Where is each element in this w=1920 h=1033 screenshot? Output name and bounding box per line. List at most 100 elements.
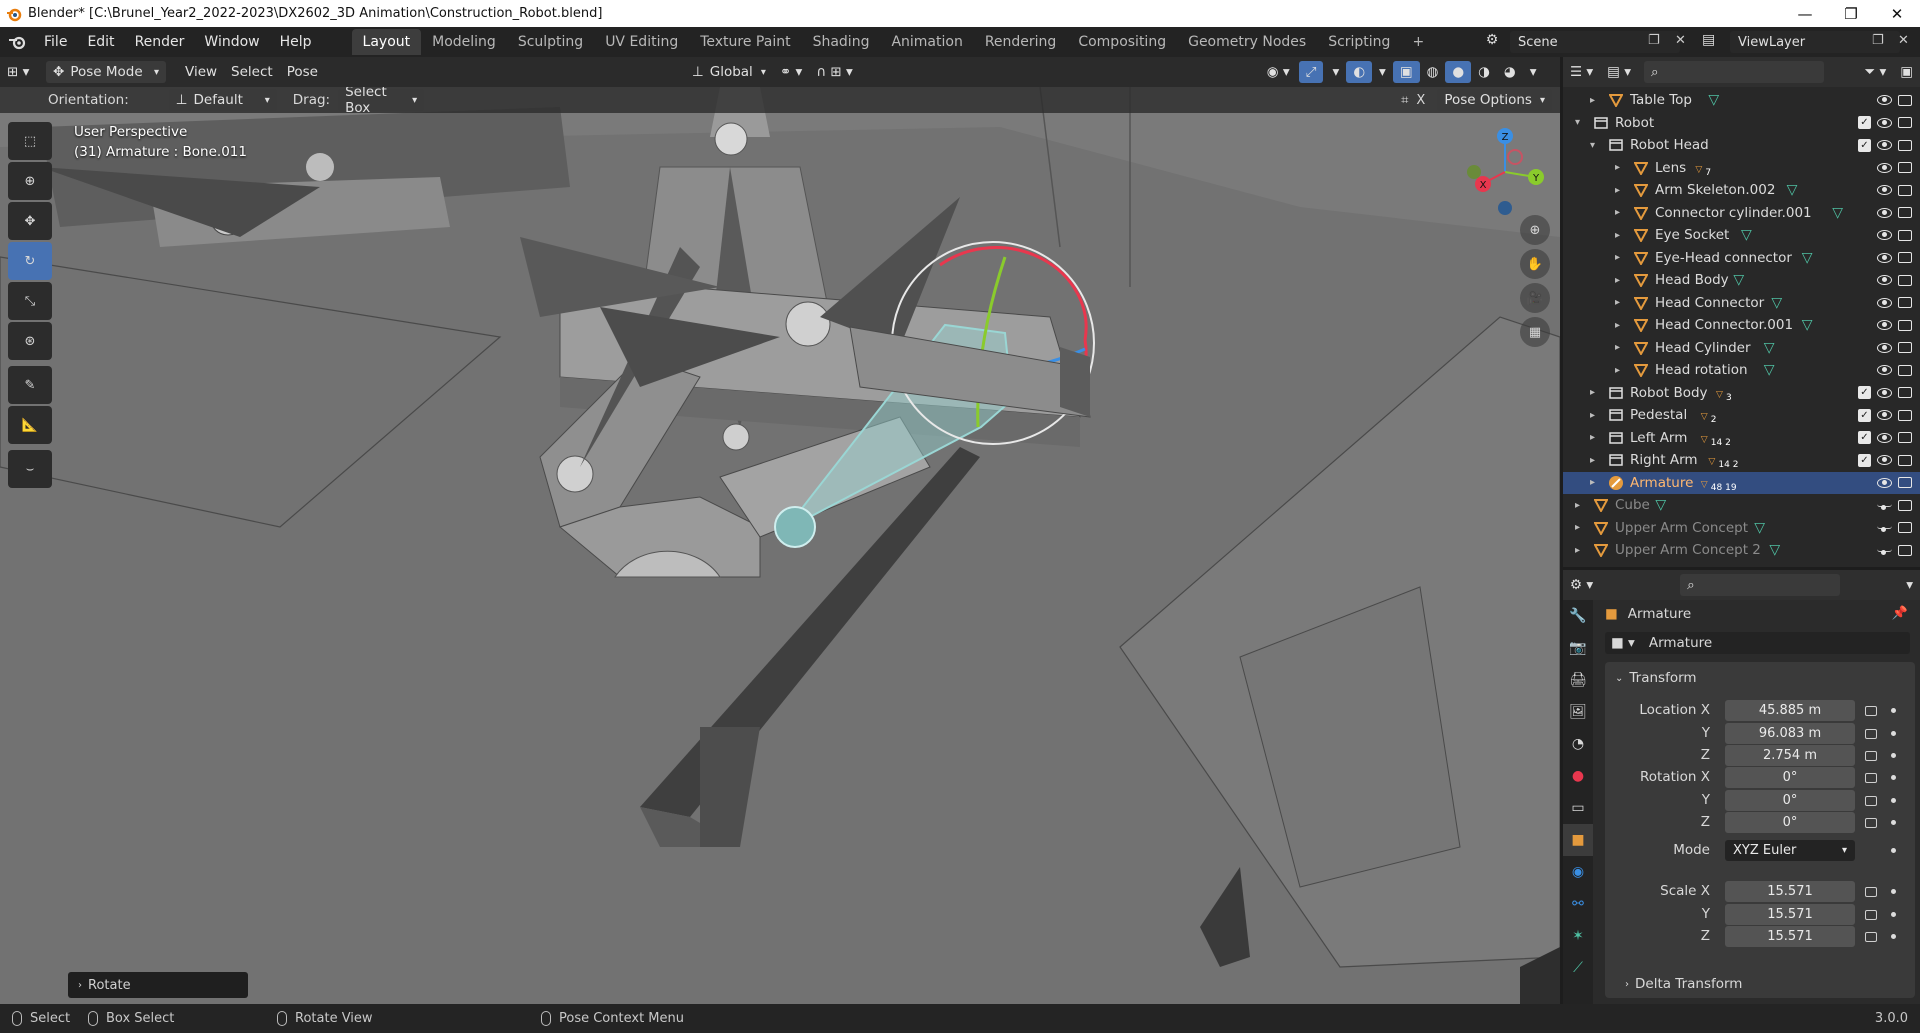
close-tool-header[interactable]: X bbox=[1416, 93, 1425, 108]
render-camera-icon[interactable] bbox=[1898, 319, 1912, 331]
outliner-row[interactable]: ▸ Lens ▽ 7 bbox=[1563, 157, 1920, 179]
outliner-row[interactable]: ▸ Robot Body ▽ 3 ✓ bbox=[1563, 382, 1920, 404]
navigation-gizmo[interactable]: Z Y X bbox=[1460, 127, 1550, 217]
eye-icon[interactable] bbox=[1877, 320, 1892, 330]
editor-type-icon[interactable]: ⊞ ▾ bbox=[0, 61, 44, 83]
expand-arrow-icon[interactable]: ▸ bbox=[1615, 252, 1620, 263]
outliner-row[interactable]: ▸ Table Top ▽ bbox=[1563, 89, 1920, 111]
shading-rendered-icon[interactable]: ◕ bbox=[1497, 61, 1523, 83]
render-camera-icon[interactable] bbox=[1898, 207, 1912, 218]
expand-arrow-icon[interactable]: ▸ bbox=[1615, 342, 1620, 353]
tab-geometry-nodes[interactable]: Geometry Nodes bbox=[1177, 29, 1317, 55]
tab-sculpting[interactable]: Sculpting bbox=[507, 29, 594, 55]
render-camera-icon[interactable] bbox=[1898, 342, 1912, 353]
lock-icon[interactable] bbox=[1865, 773, 1877, 783]
menu-pose[interactable]: Pose bbox=[280, 61, 325, 83]
expand-arrow-icon[interactable]: ▸ bbox=[1590, 432, 1595, 443]
blender-menu-icon[interactable] bbox=[0, 34, 34, 50]
camera-view-icon[interactable]: 🎥 bbox=[1520, 283, 1550, 313]
lock-icon[interactable] bbox=[1865, 706, 1877, 716]
scene-close-icon[interactable]: ✕ bbox=[1675, 33, 1686, 48]
eye-icon[interactable] bbox=[1877, 387, 1892, 398]
rotation-z-field[interactable]: 0° bbox=[1725, 812, 1855, 833]
last-operator-panel[interactable]: › Rotate bbox=[68, 972, 248, 998]
scene-new-icon[interactable]: ❐ bbox=[1648, 33, 1660, 48]
keyframe-dot-icon[interactable] bbox=[1891, 775, 1896, 780]
outliner-row[interactable]: ▸ Pedestal ▽ 2 ✓ bbox=[1563, 404, 1920, 426]
xray-toggle-icon[interactable]: ▣ bbox=[1392, 61, 1420, 83]
expand-arrow-icon[interactable]: ▸ bbox=[1575, 545, 1580, 556]
render-camera-icon[interactable] bbox=[1898, 387, 1912, 398]
render-camera-icon[interactable] bbox=[1898, 252, 1912, 263]
properties-options-icon[interactable]: ▾ bbox=[1899, 574, 1920, 596]
scale-y-field[interactable]: 15.571 bbox=[1725, 903, 1855, 925]
exclude-checkbox[interactable]: ✓ bbox=[1858, 116, 1871, 129]
outliner-row[interactable]: ▸ Head rotation ▽ bbox=[1563, 359, 1920, 381]
properties-search-input[interactable]: ⌕ bbox=[1680, 574, 1841, 596]
keyframe-dot-icon[interactable] bbox=[1891, 797, 1896, 803]
eye-icon[interactable] bbox=[1877, 252, 1892, 263]
shading-solid-icon[interactable]: ● bbox=[1445, 61, 1472, 83]
display-mode-icon[interactable]: ▤ ▾ bbox=[1600, 61, 1638, 83]
rotation-y-field[interactable]: 0° bbox=[1725, 789, 1855, 811]
tool-tab-icon[interactable]: 🔧 bbox=[1563, 600, 1593, 632]
eye-closed-icon[interactable] bbox=[1877, 526, 1892, 532]
close-window-button[interactable]: ✕ bbox=[1874, 0, 1920, 27]
properties-editor-type-icon[interactable]: ⚙ ▾ bbox=[1563, 574, 1600, 596]
pin-icon[interactable]: 📌 bbox=[1892, 606, 1908, 621]
render-camera-icon[interactable] bbox=[1898, 297, 1912, 308]
shading-wireframe-icon[interactable]: ◍ bbox=[1420, 61, 1446, 83]
render-camera-icon[interactable] bbox=[1898, 274, 1912, 286]
annotate-tool-icon[interactable]: ✎ bbox=[8, 366, 52, 404]
pivot-point-icon[interactable]: ⚭ ▾ bbox=[773, 61, 809, 83]
ortho-grid-icon[interactable]: ▦ bbox=[1520, 317, 1550, 347]
tab-rendering[interactable]: Rendering bbox=[974, 29, 1068, 55]
eye-icon[interactable] bbox=[1877, 275, 1892, 285]
menu-help[interactable]: Help bbox=[270, 34, 322, 50]
zoom-icon[interactable]: ⊕ bbox=[1520, 215, 1550, 245]
location-x-field[interactable]: 45.885 m bbox=[1725, 700, 1855, 721]
3d-viewport[interactable]: Orientation: ⊥ Default ▾ Drag: Select Bo… bbox=[0, 87, 1560, 1004]
render-tab-icon[interactable]: 📷 bbox=[1563, 632, 1593, 664]
keyframe-dot-icon[interactable] bbox=[1891, 934, 1896, 939]
keyframe-dot-icon[interactable] bbox=[1891, 708, 1896, 713]
gizmo-dropdown-icon[interactable]: ▾ bbox=[1325, 61, 1346, 83]
scene-type-icon[interactable]: ⚙ bbox=[1478, 32, 1506, 52]
outliner-row[interactable]: ▸ Upper Arm Concept ▽ bbox=[1563, 517, 1920, 539]
transform-orientation-dropdown[interactable]: ⊥ Global ▾ bbox=[685, 61, 773, 83]
expand-arrow-icon[interactable]: ▸ bbox=[1615, 275, 1620, 286]
exclude-checkbox[interactable]: ✓ bbox=[1858, 431, 1871, 444]
render-camera-icon[interactable] bbox=[1898, 477, 1912, 488]
rotate-tool-icon[interactable]: ↻ bbox=[8, 242, 52, 280]
exclude-checkbox[interactable] bbox=[1858, 476, 1871, 489]
expand-arrow-icon[interactable]: ▸ bbox=[1615, 207, 1620, 218]
scale-x-field[interactable]: 15.571 bbox=[1725, 881, 1855, 902]
outliner-row[interactable]: ▸ Head Body ▽ bbox=[1563, 269, 1920, 291]
overlay-toggle-icon[interactable]: ◐ bbox=[1346, 61, 1373, 83]
outliner-row[interactable]: ▸ Upper Arm Concept 2 ▽ bbox=[1563, 539, 1920, 561]
menu-file[interactable]: File bbox=[34, 34, 77, 50]
eye-icon[interactable] bbox=[1877, 455, 1892, 465]
eye-icon[interactable] bbox=[1877, 432, 1892, 443]
expand-arrow-icon[interactable]: ▸ bbox=[1575, 522, 1580, 533]
tab-shading[interactable]: Shading bbox=[802, 29, 881, 55]
eye-icon[interactable] bbox=[1877, 410, 1892, 420]
menu-render[interactable]: Render bbox=[125, 34, 195, 50]
eye-icon[interactable] bbox=[1877, 185, 1892, 195]
keyframe-dot-icon[interactable] bbox=[1891, 753, 1896, 758]
snap-icon[interactable]: ∩ ⊞ ▾ bbox=[809, 61, 860, 83]
move-tool-icon[interactable]: ✥ bbox=[8, 202, 52, 240]
transform-panel-header[interactable]: ⌄ Transform bbox=[1615, 670, 1697, 686]
render-camera-icon[interactable] bbox=[1898, 364, 1912, 376]
sidebar-toggle-icon[interactable]: ⌗ bbox=[1401, 93, 1408, 108]
view-layer-new-icon[interactable]: ❐ bbox=[1872, 33, 1884, 48]
outliner-editor-type-icon[interactable]: ☰ ▾ bbox=[1563, 61, 1600, 83]
expand-arrow-icon[interactable]: ▸ bbox=[1590, 95, 1595, 106]
expand-arrow-icon[interactable]: ▸ bbox=[1590, 387, 1595, 398]
outliner-row[interactable]: ▸ Right Arm ▽ 14 2 ✓ bbox=[1563, 449, 1920, 471]
tab-scripting[interactable]: Scripting bbox=[1317, 29, 1401, 55]
expand-arrow-icon[interactable]: ▸ bbox=[1615, 185, 1620, 196]
menu-view[interactable]: View bbox=[178, 61, 224, 83]
transform-tool-icon[interactable]: ⊛ bbox=[8, 322, 52, 360]
visibility-icon[interactable]: ◉ ▾ bbox=[1260, 61, 1297, 83]
